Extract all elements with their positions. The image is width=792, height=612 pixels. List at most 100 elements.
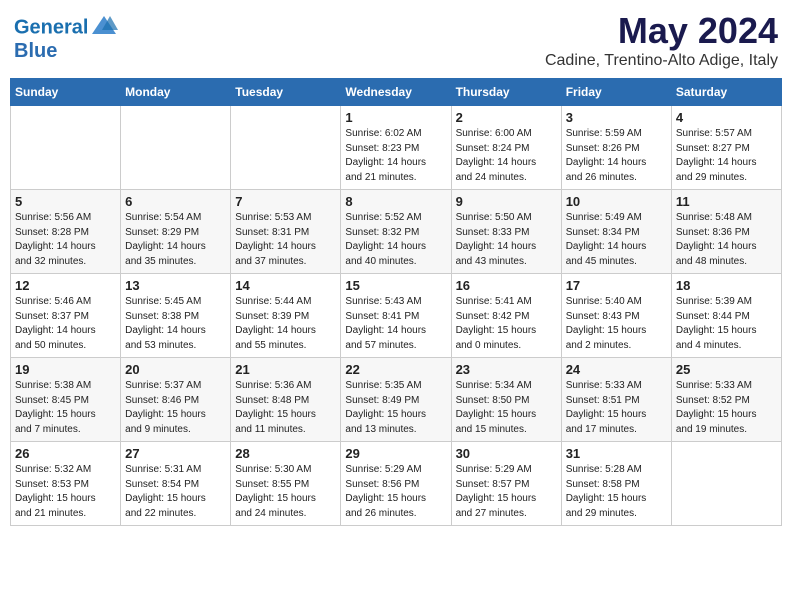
- calendar-cell: 31 Sunrise: 5:28 AM Sunset: 8:58 PM Dayli…: [561, 442, 671, 526]
- day-info: Sunrise: 5:37 AM Sunset: 8:46 PM Dayligh…: [125, 379, 226, 437]
- day-info: Sunrise: 5:39 AM Sunset: 8:44 PM Dayligh…: [676, 295, 777, 353]
- calendar-cell: 2 Sunrise: 6:00 AM Sunset: 8:24 PM Daylig…: [451, 106, 561, 190]
- day-info: Sunrise: 5:30 AM Sunset: 8:55 PM Dayligh…: [235, 463, 336, 521]
- day-number: 13: [125, 278, 226, 293]
- day-info: Sunrise: 5:33 AM Sunset: 8:51 PM Dayligh…: [566, 379, 667, 437]
- calendar-cell: 18 Sunrise: 5:39 AM Sunset: 8:44 PM Dayli…: [671, 274, 781, 358]
- day-number: 4: [676, 110, 777, 125]
- day-info: Sunrise: 5:49 AM Sunset: 8:34 PM Dayligh…: [566, 211, 667, 269]
- day-number: 14: [235, 278, 336, 293]
- day-number: 16: [456, 278, 557, 293]
- calendar-cell: 21 Sunrise: 5:36 AM Sunset: 8:48 PM Dayli…: [231, 358, 341, 442]
- logo-text: General Blue: [14, 16, 118, 62]
- day-info: Sunrise: 5:38 AM Sunset: 8:45 PM Dayligh…: [15, 379, 116, 437]
- calendar-cell: 13 Sunrise: 5:45 AM Sunset: 8:38 PM Dayli…: [121, 274, 231, 358]
- day-info: Sunrise: 5:43 AM Sunset: 8:41 PM Dayligh…: [345, 295, 446, 353]
- calendar-cell: 8Sunrise: 5:52 AM Sunset: 8:32 PM Daylig…: [341, 190, 451, 274]
- calendar-cell: 17 Sunrise: 5:40 AM Sunset: 8:43 PM Dayli…: [561, 274, 671, 358]
- day-number: 10: [566, 194, 667, 209]
- day-info: Sunrise: 5:46 AM Sunset: 8:37 PM Dayligh…: [15, 295, 116, 353]
- day-number: 18: [676, 278, 777, 293]
- col-header-monday: Monday: [121, 79, 231, 106]
- day-info: Sunrise: 5:56 AM Sunset: 8:28 PM Dayligh…: [15, 211, 116, 269]
- day-info: Sunrise: 5:35 AM Sunset: 8:49 PM Dayligh…: [345, 379, 446, 437]
- calendar-cell: 28Sunrise: 5:30 AM Sunset: 8:55 PM Dayli…: [231, 442, 341, 526]
- calendar-cell: 30 Sunrise: 5:29 AM Sunset: 8:57 PM Dayli…: [451, 442, 561, 526]
- calendar-cell: 25 Sunrise: 5:33 AM Sunset: 8:52 PM Dayli…: [671, 358, 781, 442]
- day-number: 15: [345, 278, 446, 293]
- col-header-saturday: Saturday: [671, 79, 781, 106]
- day-info: Sunrise: 5:36 AM Sunset: 8:48 PM Dayligh…: [235, 379, 336, 437]
- day-number: 22: [345, 362, 446, 377]
- day-number: 1: [345, 110, 446, 125]
- day-number: 27: [125, 446, 226, 461]
- calendar-cell: [231, 106, 341, 190]
- calendar-table: SundayMondayTuesdayWednesdayThursdayFrid…: [10, 78, 782, 526]
- day-number: 25: [676, 362, 777, 377]
- day-info: Sunrise: 5:29 AM Sunset: 8:57 PM Dayligh…: [456, 463, 557, 521]
- page-header: General Blue May 2024 Cadine, Trentino-A…: [10, 10, 782, 70]
- day-number: 3: [566, 110, 667, 125]
- day-info: Sunrise: 5:29 AM Sunset: 8:56 PM Dayligh…: [345, 463, 446, 521]
- day-number: 11: [676, 194, 777, 209]
- calendar-cell: 20Sunrise: 5:37 AM Sunset: 8:46 PM Dayli…: [121, 358, 231, 442]
- day-info: Sunrise: 5:40 AM Sunset: 8:43 PM Dayligh…: [566, 295, 667, 353]
- title-block: May 2024 Cadine, Trentino-Alto Adige, It…: [545, 10, 778, 70]
- day-info: Sunrise: 5:41 AM Sunset: 8:42 PM Dayligh…: [456, 295, 557, 353]
- day-number: 9: [456, 194, 557, 209]
- day-number: 19: [15, 362, 116, 377]
- calendar-cell: 5 Sunrise: 5:56 AM Sunset: 8:28 PM Daylig…: [11, 190, 121, 274]
- day-info: Sunrise: 6:00 AM Sunset: 8:24 PM Dayligh…: [456, 127, 557, 185]
- day-info: Sunrise: 5:34 AM Sunset: 8:50 PM Dayligh…: [456, 379, 557, 437]
- day-number: 17: [566, 278, 667, 293]
- day-info: Sunrise: 5:45 AM Sunset: 8:38 PM Dayligh…: [125, 295, 226, 353]
- day-number: 7: [235, 194, 336, 209]
- day-number: 12: [15, 278, 116, 293]
- calendar-cell: 27 Sunrise: 5:31 AM Sunset: 8:54 PM Dayli…: [121, 442, 231, 526]
- day-number: 21: [235, 362, 336, 377]
- day-info: Sunrise: 5:31 AM Sunset: 8:54 PM Dayligh…: [125, 463, 226, 521]
- day-number: 2: [456, 110, 557, 125]
- day-number: 23: [456, 362, 557, 377]
- calendar-cell: 19 Sunrise: 5:38 AM Sunset: 8:45 PM Dayli…: [11, 358, 121, 442]
- day-info: Sunrise: 5:52 AM Sunset: 8:32 PM Dayligh…: [345, 211, 446, 269]
- day-info: Sunrise: 5:48 AM Sunset: 8:36 PM Dayligh…: [676, 211, 777, 269]
- logo: General Blue: [14, 16, 118, 62]
- calendar-cell: 23 Sunrise: 5:34 AM Sunset: 8:50 PM Dayli…: [451, 358, 561, 442]
- col-header-wednesday: Wednesday: [341, 79, 451, 106]
- calendar-cell: [11, 106, 121, 190]
- calendar-cell: 4Sunrise: 5:57 AM Sunset: 8:27 PM Daylig…: [671, 106, 781, 190]
- location: Cadine, Trentino-Alto Adige, Italy: [545, 52, 778, 70]
- calendar-cell: 24Sunrise: 5:33 AM Sunset: 8:51 PM Dayli…: [561, 358, 671, 442]
- day-number: 5: [15, 194, 116, 209]
- day-number: 6: [125, 194, 226, 209]
- calendar-cell: 6 Sunrise: 5:54 AM Sunset: 8:29 PM Daylig…: [121, 190, 231, 274]
- calendar-cell: 3Sunrise: 5:59 AM Sunset: 8:26 PM Daylig…: [561, 106, 671, 190]
- col-header-thursday: Thursday: [451, 79, 561, 106]
- day-info: Sunrise: 6:02 AM Sunset: 8:23 PM Dayligh…: [345, 127, 446, 185]
- calendar-cell: 10 Sunrise: 5:49 AM Sunset: 8:34 PM Dayli…: [561, 190, 671, 274]
- calendar-cell: [121, 106, 231, 190]
- day-info: Sunrise: 5:32 AM Sunset: 8:53 PM Dayligh…: [15, 463, 116, 521]
- calendar-cell: 15 Sunrise: 5:43 AM Sunset: 8:41 PM Dayli…: [341, 274, 451, 358]
- day-info: Sunrise: 5:50 AM Sunset: 8:33 PM Dayligh…: [456, 211, 557, 269]
- calendar-cell: 22 Sunrise: 5:35 AM Sunset: 8:49 PM Dayli…: [341, 358, 451, 442]
- day-info: Sunrise: 5:44 AM Sunset: 8:39 PM Dayligh…: [235, 295, 336, 353]
- calendar-cell: 29Sunrise: 5:29 AM Sunset: 8:56 PM Dayli…: [341, 442, 451, 526]
- month-title: May 2024: [545, 10, 778, 52]
- calendar-cell: 1 Sunrise: 6:02 AM Sunset: 8:23 PM Daylig…: [341, 106, 451, 190]
- calendar-cell: 11 Sunrise: 5:48 AM Sunset: 8:36 PM Dayli…: [671, 190, 781, 274]
- day-info: Sunrise: 5:33 AM Sunset: 8:52 PM Dayligh…: [676, 379, 777, 437]
- calendar-cell: 16 Sunrise: 5:41 AM Sunset: 8:42 PM Dayli…: [451, 274, 561, 358]
- col-header-sunday: Sunday: [11, 79, 121, 106]
- day-info: Sunrise: 5:53 AM Sunset: 8:31 PM Dayligh…: [235, 211, 336, 269]
- day-info: Sunrise: 5:28 AM Sunset: 8:58 PM Dayligh…: [566, 463, 667, 521]
- day-number: 30: [456, 446, 557, 461]
- calendar-cell: 12 Sunrise: 5:46 AM Sunset: 8:37 PM Dayli…: [11, 274, 121, 358]
- calendar-cell: 14 Sunrise: 5:44 AM Sunset: 8:39 PM Dayli…: [231, 274, 341, 358]
- day-number: 31: [566, 446, 667, 461]
- day-info: Sunrise: 5:54 AM Sunset: 8:29 PM Dayligh…: [125, 211, 226, 269]
- day-number: 26: [15, 446, 116, 461]
- col-header-friday: Friday: [561, 79, 671, 106]
- calendar-cell: 9 Sunrise: 5:50 AM Sunset: 8:33 PM Daylig…: [451, 190, 561, 274]
